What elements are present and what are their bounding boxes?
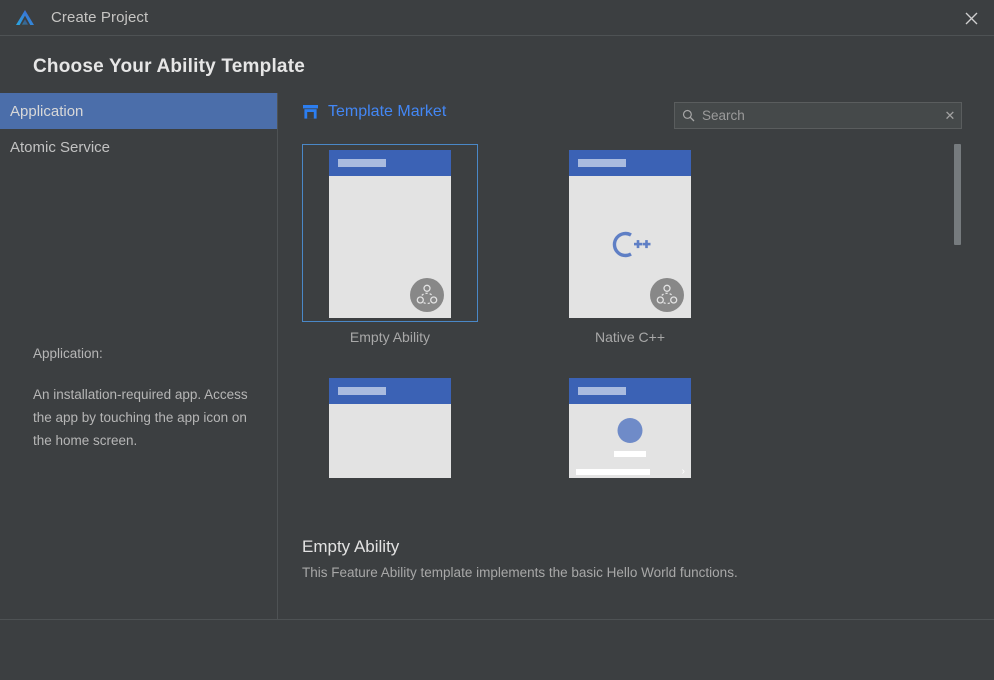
search-icon [682, 109, 695, 122]
chevron-right-icon: › [681, 466, 685, 477]
close-icon[interactable] [948, 0, 994, 36]
category-description-lead: Application: [33, 346, 103, 361]
template-card-row2-left[interactable] [302, 372, 478, 478]
preview-header [569, 150, 691, 176]
shop-icon [302, 104, 319, 120]
preview-title-bar [578, 159, 626, 167]
category-description: Application: An installation-required ap… [33, 342, 263, 452]
template-market-label: Template Market [328, 103, 447, 120]
title-bar: Create Project [0, 0, 994, 36]
template-preview: › › › › [569, 378, 691, 478]
template-preview [329, 150, 451, 318]
preview-header [329, 378, 451, 404]
preview-header [569, 378, 691, 404]
create-project-dialog: Create Project Choose Your Ability Templ… [0, 0, 994, 680]
preview-header [329, 150, 451, 176]
window-title: Create Project [51, 9, 149, 26]
ability-badge-icon [650, 278, 684, 312]
page-title: Choose Your Ability Template [33, 56, 305, 77]
cpp-logo-icon [609, 230, 651, 265]
template-card-label: Empty Ability [349, 329, 431, 345]
sidebar-item-atomic-service[interactable]: Atomic Service [0, 129, 277, 165]
template-card-row2-right[interactable]: › › › › [542, 372, 718, 478]
preview-body [329, 404, 451, 478]
preview-body: › › › › [569, 404, 691, 478]
scrollbar-thumb[interactable] [954, 144, 961, 245]
avatar [617, 418, 643, 443]
huawei-devstudio-logo-icon [13, 6, 37, 30]
preview-title-bar [578, 387, 626, 395]
preview-body [329, 176, 451, 318]
template-grid-scrollbar[interactable] [954, 144, 961, 478]
preview-title-bar [338, 387, 386, 395]
template-preview [569, 150, 691, 318]
search-box[interactable]: ✕ [674, 102, 962, 129]
ability-badge-icon [410, 278, 444, 312]
template-card-empty-ability[interactable]: Empty Ability [302, 144, 478, 345]
sidebar-item-application[interactable]: Application [0, 93, 277, 129]
preview-list-text [576, 469, 650, 475]
search-clear-icon[interactable]: ✕ [939, 103, 961, 128]
template-card-label: Native C++ [594, 329, 666, 345]
footer: ? Cancel Previous Next CSDN @豆Android [0, 620, 994, 680]
preview-body [569, 176, 691, 318]
template-market-link[interactable]: Template Market [302, 103, 446, 121]
sidebar-item-label: Application [10, 102, 84, 120]
preview-title-bar [338, 159, 386, 167]
preview-list-item: › [576, 466, 685, 477]
template-detail-title: Empty Ability [302, 537, 400, 556]
template-panel: Template Market ✕ [278, 93, 994, 619]
template-grid: Empty Ability Native C++ › [278, 144, 994, 478]
template-preview [329, 378, 451, 478]
template-detail: Empty Ability This Feature Ability templ… [302, 537, 962, 580]
category-description-body: An installation-required app. Access the… [33, 387, 248, 448]
preview-name-bar [614, 451, 646, 457]
search-input[interactable] [695, 108, 939, 123]
template-detail-description: This Feature Ability template implements… [302, 565, 738, 580]
template-card-native-cpp[interactable]: Native C++ [542, 144, 718, 345]
sidebar-item-label: Atomic Service [10, 138, 111, 156]
